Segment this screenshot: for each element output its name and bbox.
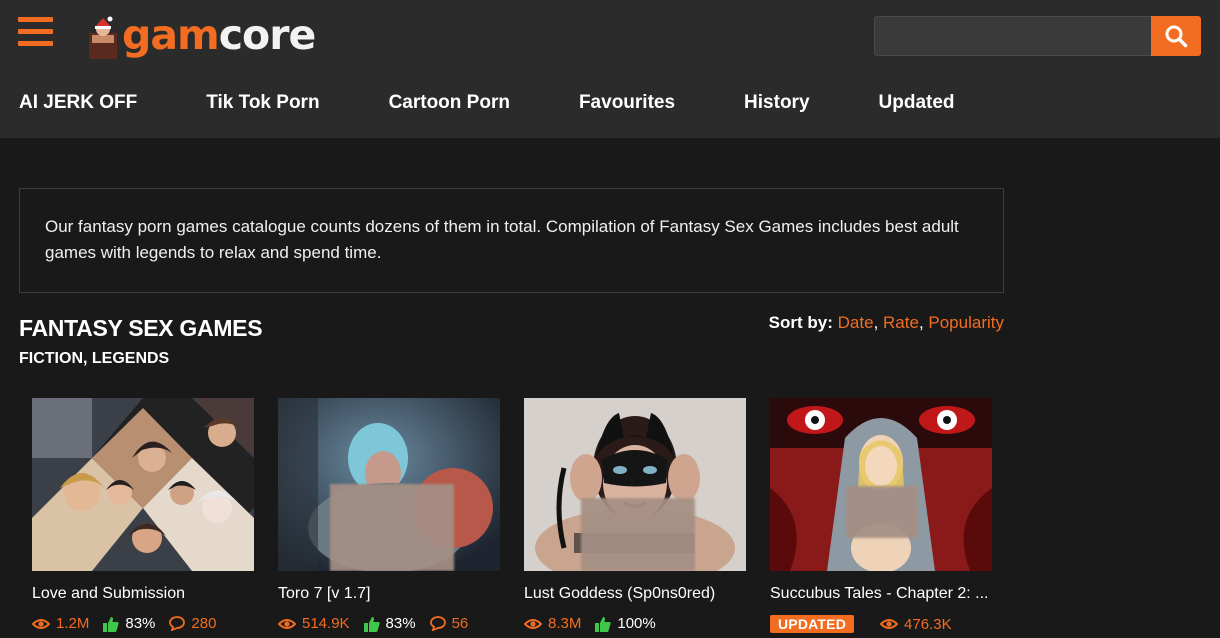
nav-cartoon-porn[interactable]: Cartoon Porn [389, 92, 510, 114]
logo-wordmark: gamcore [122, 10, 316, 59]
eye-icon [524, 618, 542, 629]
page-subtitle: FICTION, LEGENDS [19, 350, 170, 367]
game-card[interactable]: Lust Goddess (Sp0ns0red) 8.3M 100% [524, 398, 746, 632]
censor-box [330, 484, 454, 571]
comment-icon [429, 616, 446, 631]
menu-icon[interactable] [18, 17, 53, 47]
search-button[interactable] [1151, 16, 1201, 56]
nav-ai-jerk-off[interactable]: AI JERK OFF [19, 92, 137, 114]
game-title[interactable]: Toro 7 [v 1.7] [278, 585, 500, 603]
game-title[interactable]: Succubus Tales - Chapter 2: ... [770, 585, 992, 603]
thumbs-up-icon [363, 616, 380, 632]
comments-count: 280 [169, 615, 216, 632]
nav-history[interactable]: History [744, 92, 809, 114]
description-text: Our fantasy porn games catalogue counts … [45, 217, 959, 262]
game-thumbnail[interactable] [524, 398, 746, 571]
rating-value: 83% [103, 615, 155, 632]
site-logo[interactable]: gamcore [86, 10, 316, 60]
game-thumbnail[interactable] [770, 398, 992, 571]
game-image [770, 398, 992, 571]
game-thumbnail[interactable] [278, 398, 500, 571]
sort-rate[interactable]: Rate [883, 313, 919, 332]
search-icon [1165, 25, 1188, 48]
game-stats: 8.3M 100% [524, 615, 746, 632]
site-header: gamcore AI JERK OFF Tik Tok Porn Cartoon… [0, 0, 1220, 138]
game-card[interactable]: Succubus Tales - Chapter 2: ... UPDATED … [770, 398, 992, 633]
sort-date[interactable]: Date [838, 313, 874, 332]
eye-icon [278, 618, 296, 629]
views-count: 514.9K [278, 615, 350, 632]
search-input[interactable] [874, 16, 1151, 56]
page-title: FANTASY SEX GAMES [19, 315, 263, 341]
category-description: Our fantasy porn games catalogue counts … [19, 188, 1004, 293]
sort-options: Sort by: Date, Rate, Popularity [768, 313, 1004, 332]
game-stats: 514.9K 83% 56 [278, 615, 500, 632]
game-image [32, 398, 254, 571]
eye-icon [880, 619, 899, 629]
game-thumbnail[interactable] [32, 398, 254, 571]
sort-popularity[interactable]: Popularity [928, 313, 1004, 332]
game-stats: UPDATED 476.3K [770, 615, 992, 633]
game-title[interactable]: Love and Submission [32, 585, 254, 603]
rating-value: 100% [595, 615, 656, 632]
rating-value: 83% [363, 615, 416, 632]
game-stats: 1.2M 83% 280 [32, 615, 254, 632]
updated-badge: UPDATED [770, 615, 855, 633]
comments-count: 56 [429, 615, 468, 632]
mascot-icon [89, 16, 117, 59]
main-nav: AI JERK OFF Tik Tok Porn Cartoon Porn Fa… [19, 92, 955, 114]
nav-favourites[interactable]: Favourites [579, 92, 675, 114]
game-title[interactable]: Lust Goddess (Sp0ns0red) [524, 585, 746, 603]
views-count: 476.3K [880, 616, 952, 633]
comment-icon [169, 616, 186, 631]
views-count: 8.3M [524, 615, 581, 632]
nav-updated[interactable]: Updated [879, 92, 955, 114]
eye-icon [32, 618, 50, 629]
thumbs-up-icon [595, 616, 612, 632]
thumbs-up-icon [103, 616, 120, 632]
game-card[interactable]: Toro 7 [v 1.7] 514.9K 83% 56 [278, 398, 500, 632]
censor-box [846, 486, 918, 538]
game-card[interactable]: Love and Submission 1.2M 83% 280 [32, 398, 254, 632]
nav-tiktok-porn[interactable]: Tik Tok Porn [206, 92, 319, 114]
censor-box [581, 498, 695, 571]
search-bar [874, 16, 1201, 56]
views-count: 1.2M [32, 615, 89, 632]
sort-label: Sort by: [768, 313, 833, 332]
